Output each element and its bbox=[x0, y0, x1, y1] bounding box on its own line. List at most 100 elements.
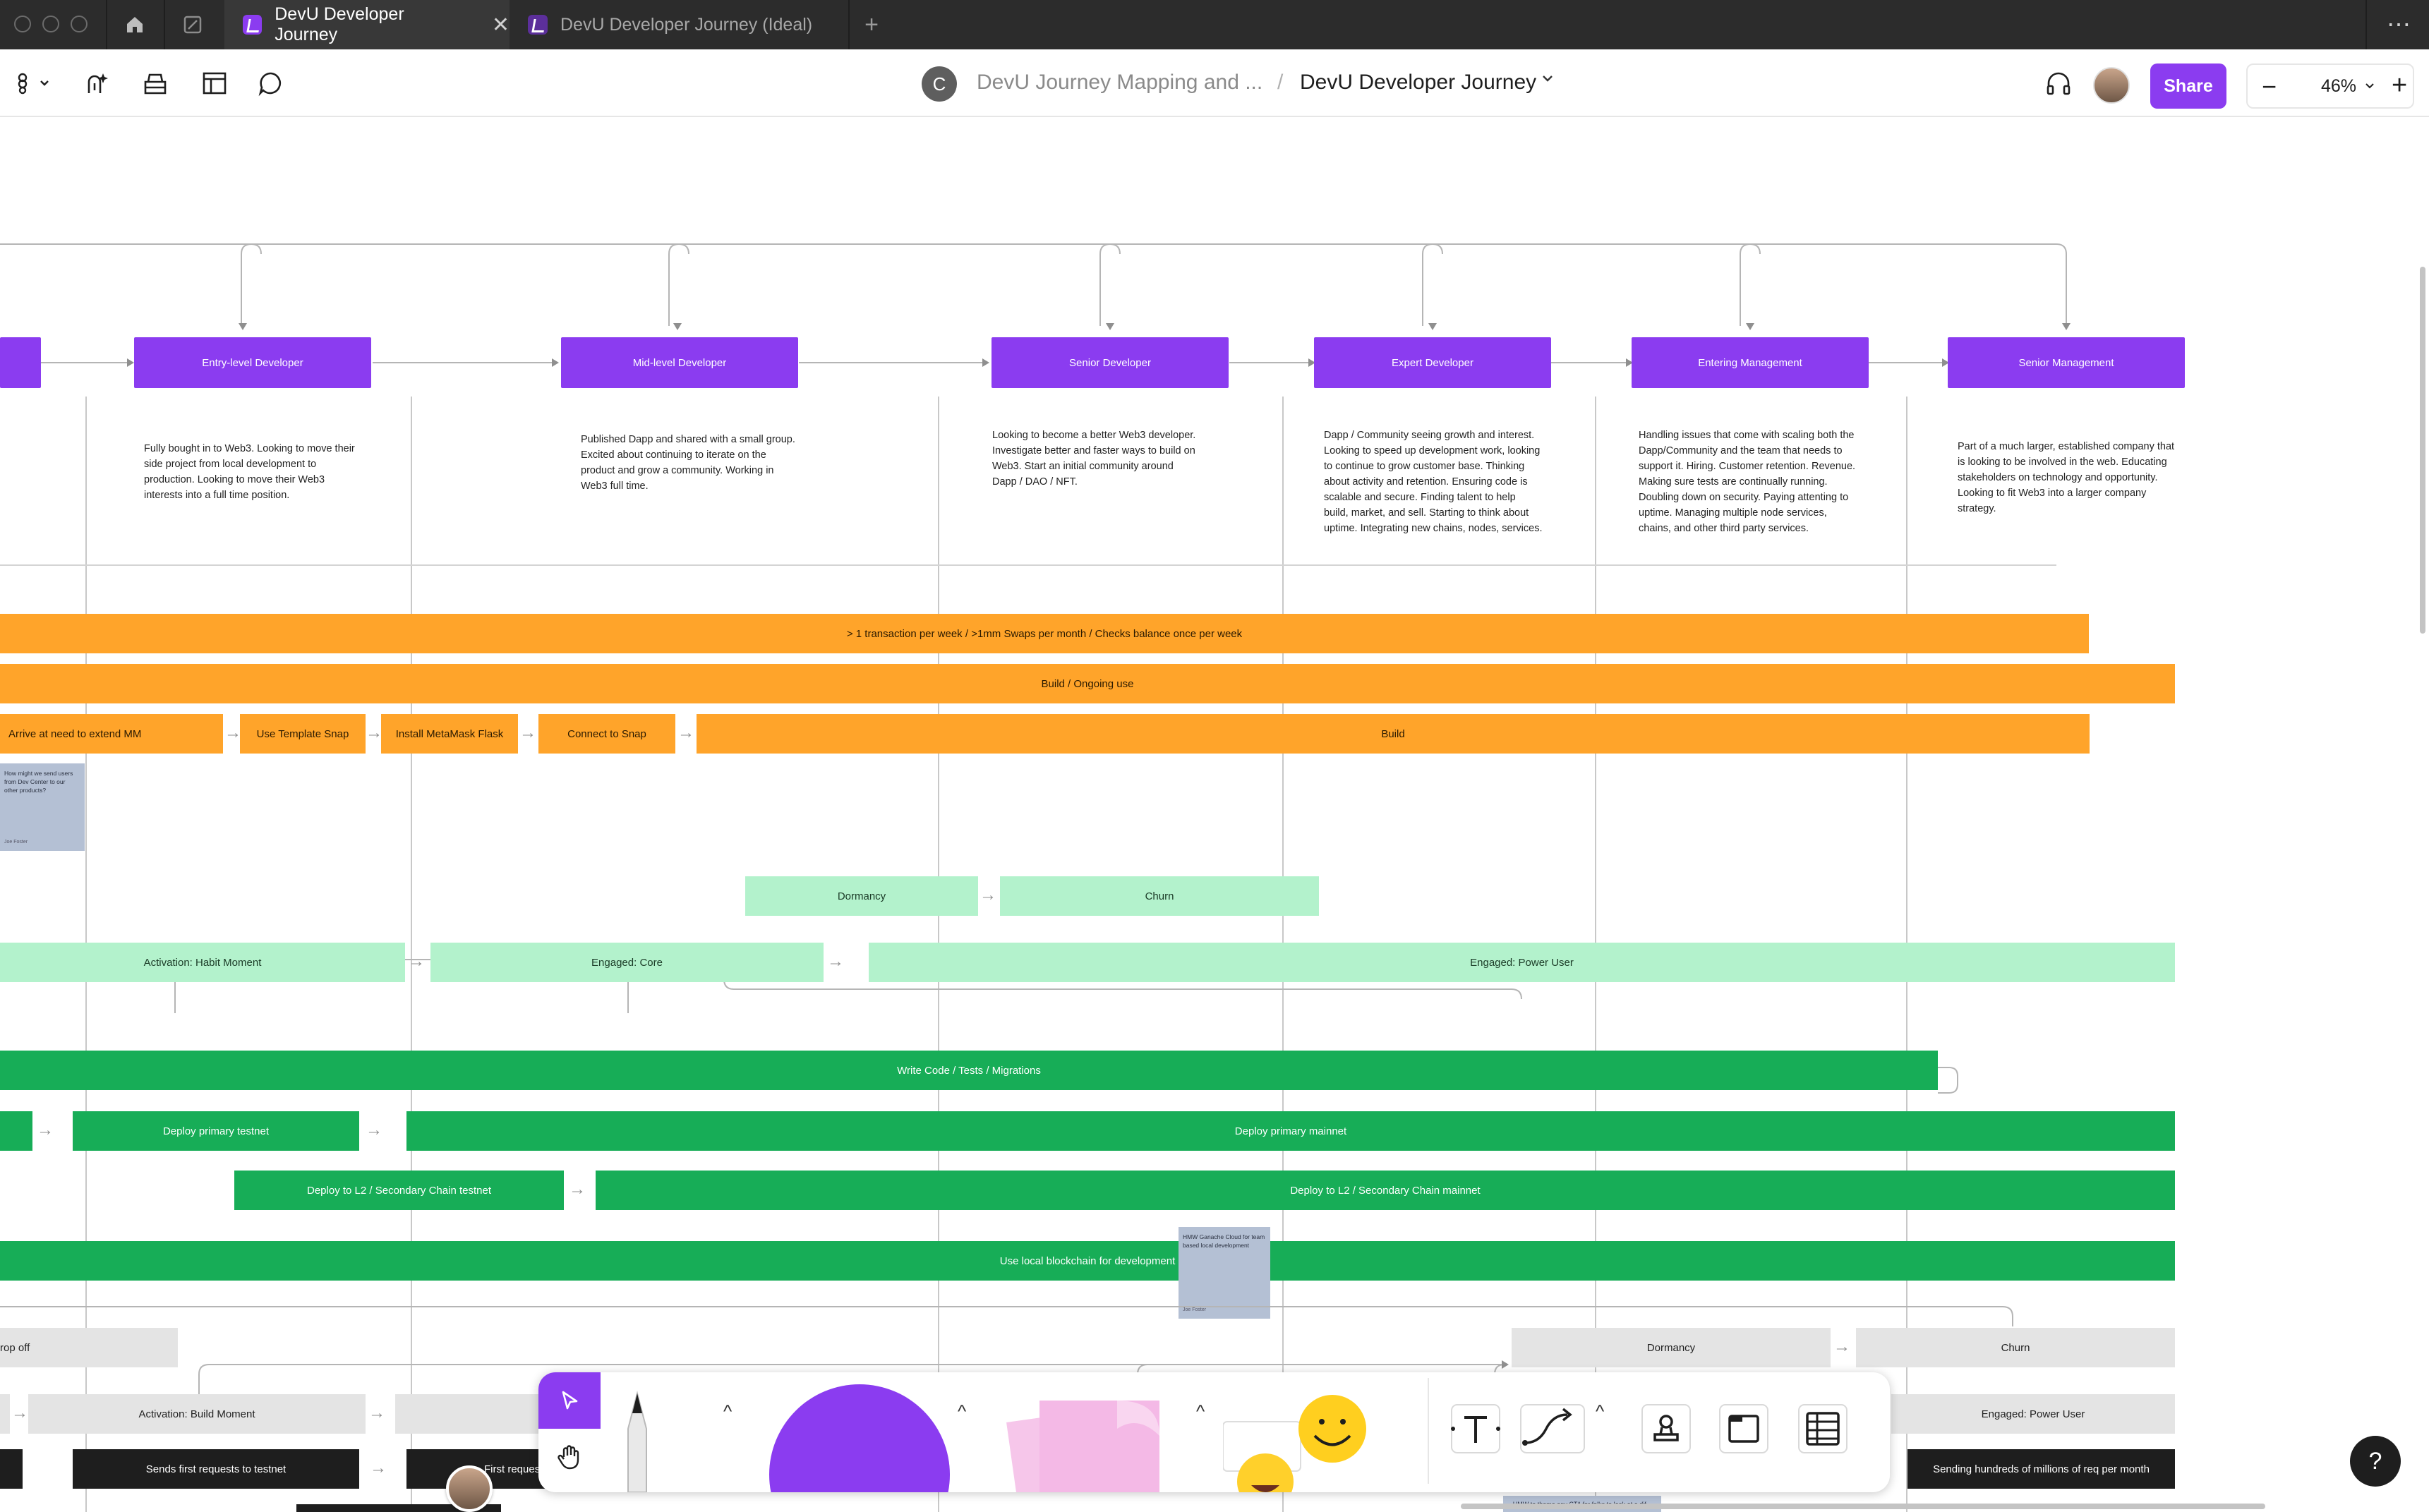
write-code-bar[interactable]: Write Code / Tests / Migrations bbox=[0, 1051, 1938, 1090]
chevron-down-icon[interactable] bbox=[1541, 71, 1554, 89]
stage-entry-level-developer[interactable]: Entry-level Developer bbox=[134, 337, 371, 388]
window-zoom-icon[interactable] bbox=[71, 16, 88, 32]
deploy-primary-mainnet[interactable]: Deploy primary mainnet bbox=[406, 1111, 2175, 1151]
library-icon[interactable] bbox=[138, 66, 172, 100]
stage-description[interactable]: Part of a much larger, established compa… bbox=[1958, 439, 2181, 516]
engaged-power-user[interactable]: Engaged: Power User bbox=[1891, 1394, 2175, 1434]
deploy-l2-mainnet[interactable]: Deploy to L2 / Secondary Chain mainnet bbox=[596, 1171, 2175, 1210]
journey-step[interactable]: Connect to Snap bbox=[538, 714, 675, 754]
stage-description[interactable]: Published Dapp and shared with a small g… bbox=[581, 432, 800, 494]
section-icon[interactable] bbox=[1710, 1395, 1778, 1463]
shape-icon[interactable] bbox=[757, 1379, 962, 1492]
stage-expert-developer[interactable]: Expert Developer bbox=[1314, 337, 1551, 388]
chevron-up-icon[interactable]: ^ bbox=[958, 1401, 966, 1422]
headphones-icon[interactable] bbox=[2042, 66, 2075, 100]
tab-bar: DevU Developer Journey ✕ DevU Developer … bbox=[0, 0, 2429, 49]
stage-description[interactable]: Looking to become a better Web3 develope… bbox=[992, 428, 1197, 490]
tab-divider bbox=[164, 0, 165, 49]
comment-icon[interactable] bbox=[254, 66, 288, 100]
team-avatar[interactable]: C bbox=[922, 66, 957, 102]
sticky-author: Joe Foster bbox=[4, 840, 28, 845]
arrow-right-icon: → bbox=[677, 723, 694, 742]
dormancy-box[interactable]: Dormancy bbox=[745, 876, 978, 916]
ongoing-use-bar[interactable]: Build / Ongoing use bbox=[0, 664, 2175, 703]
journey-step[interactable]: Use Template Snap bbox=[240, 714, 366, 754]
engaged-core[interactable]: Engaged: Core bbox=[430, 943, 824, 982]
window-close-icon[interactable] bbox=[14, 16, 31, 32]
grey-step-partial[interactable] bbox=[0, 1394, 10, 1434]
stage-senior-developer[interactable]: Senior Developer bbox=[992, 337, 1229, 388]
journey-step[interactable]: Install MetaMask Flask bbox=[381, 714, 518, 754]
share-button[interactable]: Share bbox=[2150, 63, 2226, 109]
home-icon[interactable] bbox=[121, 11, 148, 38]
zoom-out-button[interactable]: − bbox=[2262, 72, 2277, 102]
ai-assist-icon[interactable] bbox=[80, 66, 114, 100]
creation-dock: ^ ^ ^ ^ bbox=[538, 1372, 1890, 1492]
file-title[interactable]: DevU Developer Journey bbox=[1300, 71, 1536, 95]
activation-habit-moment[interactable]: Activation: Habit Moment bbox=[0, 943, 405, 982]
vertical-scrollbar[interactable] bbox=[2420, 267, 2425, 634]
hand-icon[interactable] bbox=[538, 1429, 601, 1485]
stage-mid-level-developer[interactable]: Mid-level Developer bbox=[561, 337, 798, 388]
activation-build-moment[interactable]: Activation: Build Moment bbox=[28, 1394, 366, 1434]
stamp-icon[interactable] bbox=[1632, 1395, 1700, 1463]
tab-devu-developer-journey-ideal[interactable]: DevU Developer Journey (Ideal) bbox=[510, 0, 848, 49]
deploy-step-partial[interactable] bbox=[0, 1111, 32, 1151]
use-local-blockchain[interactable]: Use local blockchain for development bbox=[0, 1241, 2175, 1281]
main-menu-button[interactable] bbox=[13, 66, 58, 100]
close-icon[interactable]: ✕ bbox=[492, 13, 510, 37]
churn-box[interactable]: Churn bbox=[1000, 876, 1319, 916]
chevron-up-icon[interactable]: ^ bbox=[1196, 1401, 1205, 1422]
grey-step[interactable] bbox=[395, 1394, 550, 1434]
chevron-up-icon[interactable]: ^ bbox=[1596, 1401, 1604, 1422]
dormancy-box[interactable]: Dormancy bbox=[1512, 1328, 1831, 1367]
arrow-right-icon: → bbox=[1833, 1337, 1850, 1356]
text-icon[interactable] bbox=[1442, 1395, 1509, 1463]
window-minimize-icon[interactable] bbox=[42, 16, 59, 32]
stage-senior-management[interactable]: Senior Management bbox=[1948, 337, 2185, 388]
table-icon[interactable] bbox=[1789, 1395, 1857, 1463]
black-step-partial[interactable] bbox=[0, 1449, 23, 1489]
stage-description[interactable]: Dapp / Community seeing growth and inter… bbox=[1324, 428, 1543, 536]
journey-step[interactable]: Build bbox=[697, 714, 2090, 754]
board-canvas[interactable]: Entry-level Developer Mid-level Develope… bbox=[0, 117, 2429, 1512]
marker-icon[interactable] bbox=[609, 1386, 665, 1492]
collaborator-avatar[interactable] bbox=[446, 1465, 493, 1512]
deploy-primary-testnet[interactable]: Deploy primary testnet bbox=[73, 1111, 359, 1151]
horizontal-scrollbar[interactable] bbox=[1461, 1504, 2265, 1509]
churn-box[interactable]: Churn bbox=[1856, 1328, 2175, 1367]
cursor-icon[interactable] bbox=[538, 1372, 601, 1429]
sticky-note[interactable]: How might we send users from Dev Center … bbox=[0, 763, 85, 851]
stage-description[interactable]: Handling issues that come with scaling b… bbox=[1639, 428, 1857, 536]
stage-entering-management[interactable]: Entering Management bbox=[1632, 337, 1869, 388]
zoom-in-button[interactable]: + bbox=[2392, 71, 2407, 101]
stage-description[interactable]: Fully bought in to Web3. Looking to move… bbox=[144, 441, 356, 503]
new-tab-button[interactable]: + bbox=[858, 11, 885, 38]
emoji-icon[interactable] bbox=[1223, 1386, 1371, 1492]
journey-step[interactable]: Arrive at need to extend MM bbox=[0, 714, 223, 754]
usage-bar[interactable]: > 1 transaction per week / >1mm Swaps pe… bbox=[0, 614, 2089, 653]
connector-icon[interactable] bbox=[1518, 1395, 1596, 1463]
more-menu-button[interactable]: ⋯ bbox=[2385, 11, 2412, 38]
chevron-up-icon[interactable]: ^ bbox=[723, 1401, 732, 1422]
breadcrumb-parent[interactable]: DevU Journey Mapping and ... bbox=[977, 71, 1262, 95]
sending-hundreds-requests[interactable]: Sending hundreds of millions of req per … bbox=[1907, 1449, 2175, 1489]
tab-devu-developer-journey[interactable]: DevU Developer Journey ✕ bbox=[224, 0, 510, 49]
arrow-right-icon: → bbox=[408, 952, 425, 971]
help-button[interactable]: ? bbox=[2350, 1436, 2401, 1487]
sends-first-requests-testnet[interactable]: Sends first requests to testnet bbox=[73, 1449, 359, 1489]
drop-off-box[interactable]: rop off bbox=[0, 1328, 178, 1367]
loop-connector bbox=[1938, 1067, 1958, 1094]
stage-card-partial[interactable] bbox=[0, 337, 41, 388]
deploy-l2-testnet[interactable]: Deploy to L2 / Secondary Chain testnet bbox=[234, 1171, 564, 1210]
file-icon[interactable] bbox=[179, 11, 206, 38]
zoom-level[interactable]: 46% bbox=[2321, 76, 2356, 97]
engaged-power-user[interactable]: Engaged: Power User bbox=[869, 943, 2175, 982]
avatar[interactable] bbox=[2093, 67, 2130, 104]
tab-label: DevU Developer Journey (Ideal) bbox=[560, 14, 813, 35]
layout-icon[interactable] bbox=[198, 66, 231, 100]
chevron-down-icon[interactable] bbox=[2365, 80, 2375, 94]
arrow-right-icon: → bbox=[37, 1120, 54, 1139]
arrow-right-icon: → bbox=[569, 1180, 586, 1199]
sticky-icon[interactable] bbox=[997, 1386, 1181, 1492]
